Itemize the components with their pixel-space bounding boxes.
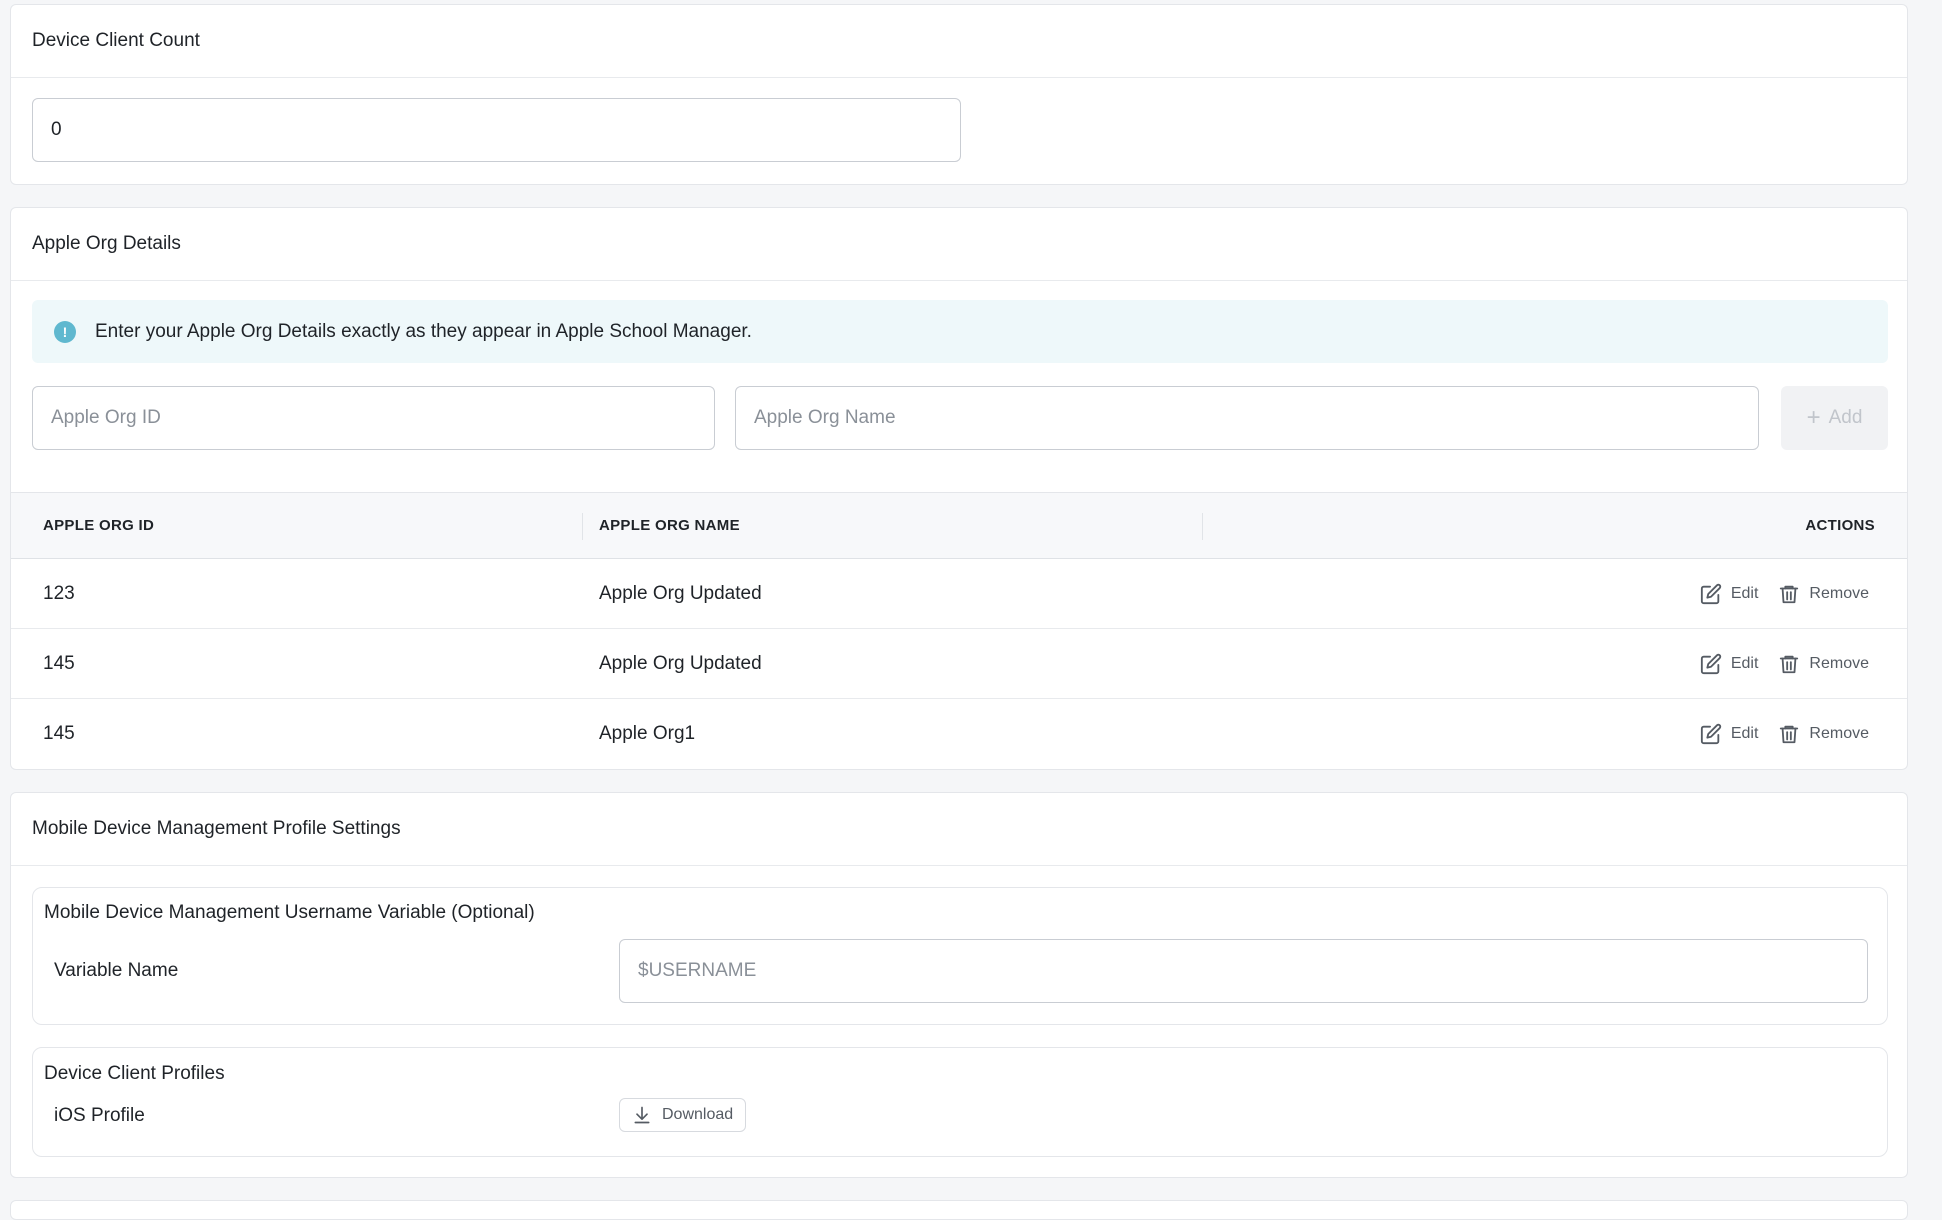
column-header-name: APPLE ORG NAME bbox=[599, 517, 740, 534]
table-row: 145 Apple Org Updated Edit Remove bbox=[11, 629, 1907, 699]
remove-label: Remove bbox=[1809, 584, 1869, 602]
org-id-cell: 145 bbox=[43, 652, 75, 674]
edit-icon bbox=[1700, 723, 1721, 745]
device-client-count-input[interactable] bbox=[32, 98, 961, 162]
table-header: APPLE ORG ID APPLE ORG NAME ACTIONS bbox=[11, 492, 1907, 559]
table-row: 123 Apple Org Updated Edit Remove bbox=[11, 559, 1907, 629]
download-label: Download bbox=[662, 1106, 734, 1123]
remove-label: Remove bbox=[1809, 725, 1869, 742]
remove-button[interactable]: Remove bbox=[1778, 723, 1869, 745]
apple-org-details-card: Apple Org Details ! Enter your Apple Org… bbox=[10, 207, 1908, 770]
info-icon: ! bbox=[54, 320, 76, 343]
remove-button[interactable]: Remove bbox=[1778, 653, 1869, 675]
username-variable-section: Mobile Device Management Username Variab… bbox=[32, 887, 1888, 1025]
org-id-cell: 145 bbox=[43, 723, 75, 744]
remove-button[interactable]: Remove bbox=[1778, 583, 1869, 605]
org-name-cell: Apple Org1 bbox=[599, 723, 696, 744]
card-title: Apple Org Details bbox=[11, 208, 1907, 281]
remove-label: Remove bbox=[1809, 654, 1869, 672]
apple-org-name-input[interactable] bbox=[735, 386, 1759, 450]
column-header-actions: ACTIONS bbox=[1805, 517, 1875, 534]
mdm-profile-settings-card: Mobile Device Management Profile Setting… bbox=[10, 792, 1908, 1178]
org-name-cell: Apple Org Updated bbox=[599, 582, 762, 604]
card-title: Device Client Count bbox=[11, 5, 1907, 78]
next-card bbox=[10, 1200, 1908, 1220]
ios-profile-label: iOS Profile bbox=[54, 1105, 145, 1126]
edit-label: Edit bbox=[1730, 584, 1759, 602]
table-body: 123 Apple Org Updated Edit Remove 145 Ap… bbox=[11, 559, 1907, 771]
apple-org-id-input[interactable] bbox=[32, 386, 715, 450]
row-actions: Edit Remove bbox=[1700, 629, 1869, 698]
org-id-cell: 123 bbox=[43, 582, 75, 604]
download-icon bbox=[634, 1106, 650, 1124]
table-row: 145 Apple Org1 Edit Remove bbox=[11, 699, 1907, 769]
trash-icon bbox=[1780, 585, 1799, 603]
edit-label: Edit bbox=[1730, 725, 1759, 742]
section-title: Device Client Profiles bbox=[44, 1063, 225, 1084]
add-button[interactable]: + Add bbox=[1781, 386, 1888, 450]
column-header-id: APPLE ORG ID bbox=[43, 517, 155, 534]
edit-button[interactable]: Edit bbox=[1700, 583, 1759, 605]
variable-name-label: Variable Name bbox=[54, 960, 179, 981]
edit-label: Edit bbox=[1730, 654, 1759, 672]
section-title: Mobile Device Management Username Variab… bbox=[44, 902, 535, 923]
edit-icon bbox=[1700, 583, 1721, 604]
add-button-label: Add bbox=[1828, 407, 1863, 428]
plus-icon: + bbox=[1806, 404, 1821, 431]
download-button[interactable]: Download bbox=[619, 1098, 747, 1132]
edit-button[interactable]: Edit bbox=[1700, 723, 1759, 745]
info-alert: ! Enter your Apple Org Details exactly a… bbox=[32, 300, 1888, 363]
edit-button[interactable]: Edit bbox=[1700, 653, 1759, 675]
device-client-profiles-section: Device Client Profiles iOS Profile Downl… bbox=[32, 1047, 1888, 1157]
info-text: Enter your Apple Org Details exactly as … bbox=[95, 320, 752, 342]
device-client-count-card: Device Client Count bbox=[10, 4, 1908, 185]
trash-icon bbox=[1780, 725, 1799, 744]
trash-icon bbox=[1780, 655, 1799, 673]
column-divider bbox=[582, 513, 583, 540]
row-actions: Edit Remove bbox=[1700, 559, 1869, 628]
column-divider bbox=[1202, 513, 1203, 540]
org-name-cell: Apple Org Updated bbox=[599, 652, 762, 674]
row-actions: Edit Remove bbox=[1700, 699, 1869, 769]
variable-name-input[interactable] bbox=[619, 939, 1868, 1003]
edit-icon bbox=[1700, 653, 1721, 674]
card-title: Mobile Device Management Profile Setting… bbox=[11, 793, 1907, 866]
